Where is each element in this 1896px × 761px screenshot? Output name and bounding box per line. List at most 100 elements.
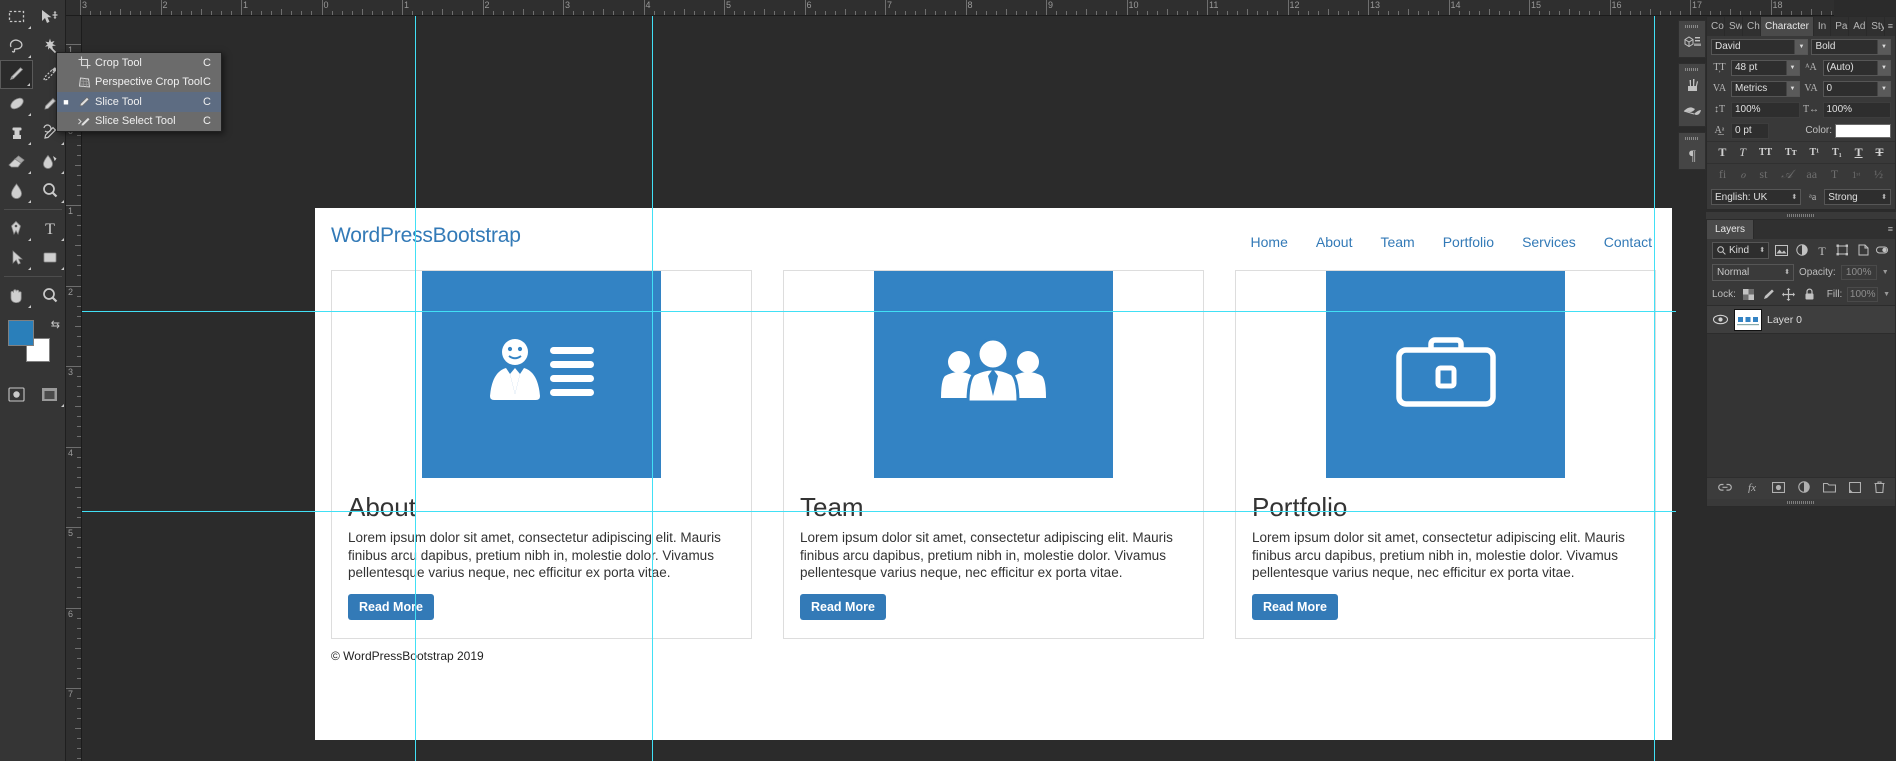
canvas-area[interactable]: WordPressBootstrap Home About Team Portf… <box>82 16 1676 761</box>
chevron-down-icon[interactable]: ▼ <box>1882 269 1889 276</box>
swash-icon[interactable]: 𝒜 <box>1781 167 1792 182</box>
font-family-field[interactable]: David ▼ <box>1711 38 1809 55</box>
crop-slice-tool[interactable] <box>0 60 33 89</box>
stylistic-alternates-icon[interactable]: aa <box>1806 167 1817 182</box>
subscript-icon[interactable]: T₁ <box>1832 147 1842 158</box>
font-size-field[interactable]: 48 pt ▼ <box>1731 59 1800 76</box>
updown-arrows-icon[interactable]: ⬍ <box>1759 246 1765 254</box>
horizontal-ruler[interactable]: 3 2 1 0 1 2 3 4 5 6 7 8 9 10 11 12 13 14 15 16 17 18 <box>66 0 1834 16</box>
read-more-button[interactable]: Read More <box>1252 593 1338 620</box>
rectangle-tool[interactable] <box>33 243 66 272</box>
nav-item-home[interactable]: Home <box>1251 234 1288 250</box>
underline-icon[interactable]: T <box>1855 145 1863 160</box>
tab-color[interactable]: Co <box>1707 17 1725 36</box>
type-tool[interactable]: T <box>33 214 66 243</box>
read-more-button[interactable]: Read More <box>348 593 434 620</box>
lock-image-pixels-icon[interactable] <box>1761 286 1776 303</box>
kerning-field[interactable]: Metrics ▼ <box>1731 80 1800 97</box>
fill-value[interactable]: 100% <box>1847 286 1879 302</box>
layer-filter-kind-select[interactable]: Kind ⬍ <box>1712 241 1770 259</box>
3d-panel-icon[interactable] <box>1679 29 1705 55</box>
tab-layers[interactable]: Layers <box>1707 220 1755 239</box>
nav-item-portfolio[interactable]: Portfolio <box>1443 234 1494 250</box>
zoom-tool[interactable] <box>33 281 66 310</box>
tab-adjustments[interactable]: Ad <box>1849 17 1868 36</box>
lock-transparent-pixels-icon[interactable] <box>1741 286 1756 303</box>
lock-position-icon[interactable] <box>1781 286 1796 303</box>
dodge-tool[interactable] <box>33 176 66 205</box>
strikethrough-icon[interactable]: T <box>1875 145 1883 160</box>
adjustment-layer-icon[interactable] <box>1797 481 1810 496</box>
small-caps-icon[interactable]: Tт <box>1785 147 1797 158</box>
guide-horizontal[interactable] <box>82 311 1676 312</box>
layer-style-fx-icon[interactable]: fx <box>1745 481 1759 496</box>
titling-alternates-icon[interactable]: T <box>1831 167 1838 182</box>
layer-name[interactable]: Layer 0 <box>1767 314 1802 326</box>
chevron-down-icon[interactable]: ▼ <box>1794 39 1808 54</box>
pen-tool[interactable] <box>0 214 33 243</box>
tab-paths[interactable]: Pa <box>1831 17 1850 36</box>
nav-item-team[interactable]: Team <box>1380 234 1414 250</box>
panel-divider-grip[interactable] <box>1706 212 1896 219</box>
blur-tool[interactable] <box>0 176 33 205</box>
superscript-icon[interactable]: T¹ <box>1810 147 1820 158</box>
lock-all-icon[interactable] <box>1802 286 1817 303</box>
site-brand[interactable]: WordPressBootstrap <box>331 224 521 248</box>
lasso-tool[interactable] <box>0 31 33 60</box>
gradient-tool[interactable] <box>33 147 66 176</box>
color-swatches[interactable]: ⇆ <box>6 318 62 364</box>
nav-item-contact[interactable]: Contact <box>1604 234 1652 250</box>
type-filter-icon[interactable]: T <box>1814 242 1829 259</box>
updown-arrows-icon[interactable]: ⬍ <box>1784 268 1790 276</box>
tab-swatches[interactable]: Sw <box>1725 17 1743 36</box>
path-selection-tool[interactable] <box>0 243 33 272</box>
eraser-tool[interactable] <box>0 147 33 176</box>
contextual-alternates-icon[interactable]: ℴ <box>1740 167 1746 182</box>
healing-brush-tool[interactable] <box>0 89 33 118</box>
standard-ligatures-icon[interactable]: fi <box>1719 167 1726 182</box>
panel-menu-icon[interactable]: ≡ <box>1888 224 1893 234</box>
foreground-color-swatch[interactable] <box>8 320 34 346</box>
tab-info[interactable]: In <box>1814 17 1832 36</box>
chevron-down-icon[interactable]: ▼ <box>1785 60 1799 75</box>
text-color-swatch[interactable] <box>1835 123 1891 138</box>
font-style-field[interactable]: Bold ▼ <box>1811 38 1891 55</box>
layer-filter-toggle[interactable] <box>1875 242 1890 259</box>
quick-mask-button[interactable] <box>0 380 33 409</box>
move-tool[interactable] <box>33 2 66 31</box>
brush-settings-panel-icon[interactable] <box>1679 98 1705 124</box>
chevron-down-icon[interactable]: ▼ <box>1877 81 1890 96</box>
pixel-filter-icon[interactable] <box>1774 242 1789 259</box>
shape-filter-icon[interactable] <box>1835 242 1850 259</box>
link-layers-icon[interactable] <box>1717 482 1732 496</box>
tab-styles[interactable]: Sty <box>1867 17 1886 36</box>
menu-item-crop-tool[interactable]: Crop Tool C <box>57 53 221 73</box>
guide-vertical[interactable] <box>415 16 416 761</box>
menu-item-perspective-crop-tool[interactable]: Perspective Crop Tool C <box>57 73 221 93</box>
fractions-icon[interactable]: ½ <box>1874 167 1883 182</box>
tab-channels[interactable]: Ch <box>1743 17 1761 36</box>
all-caps-icon[interactable]: TT <box>1759 147 1772 158</box>
new-group-icon[interactable] <box>1822 482 1836 496</box>
baseline-shift-field[interactable]: 0 pt <box>1731 122 1770 139</box>
smart-object-filter-icon[interactable] <box>1855 242 1870 259</box>
layer-visibility-eye-icon[interactable] <box>1711 311 1729 328</box>
swap-colors-icon[interactable]: ⇆ <box>51 318 60 331</box>
chevron-down-icon[interactable]: ▼ <box>1877 60 1890 75</box>
anti-alias-select[interactable]: Strong ⬍ <box>1824 189 1891 205</box>
chevron-down-icon[interactable]: ▼ <box>1883 291 1890 298</box>
menu-item-slice-tool[interactable]: ■ Slice Tool C <box>57 92 221 112</box>
leading-field[interactable]: (Auto) ▼ <box>1822 59 1891 76</box>
guide-horizontal[interactable] <box>82 511 1676 512</box>
nav-item-about[interactable]: About <box>1316 234 1353 250</box>
vertical-scale-field[interactable]: 100% <box>1731 101 1800 118</box>
paragraph-panel-icon[interactable]: ¶ <box>1679 141 1705 167</box>
guide-vertical[interactable] <box>652 16 653 761</box>
delete-layer-icon[interactable] <box>1874 481 1885 496</box>
chevron-down-icon[interactable]: ▼ <box>1785 81 1799 96</box>
brushes-panel-icon[interactable] <box>1679 72 1705 98</box>
panel-resize-grip[interactable] <box>1707 499 1895 506</box>
hand-tool[interactable] <box>0 281 33 310</box>
updown-arrows-icon[interactable]: ⬍ <box>1881 193 1887 201</box>
tracking-field[interactable]: 0 ▼ <box>1822 80 1891 97</box>
